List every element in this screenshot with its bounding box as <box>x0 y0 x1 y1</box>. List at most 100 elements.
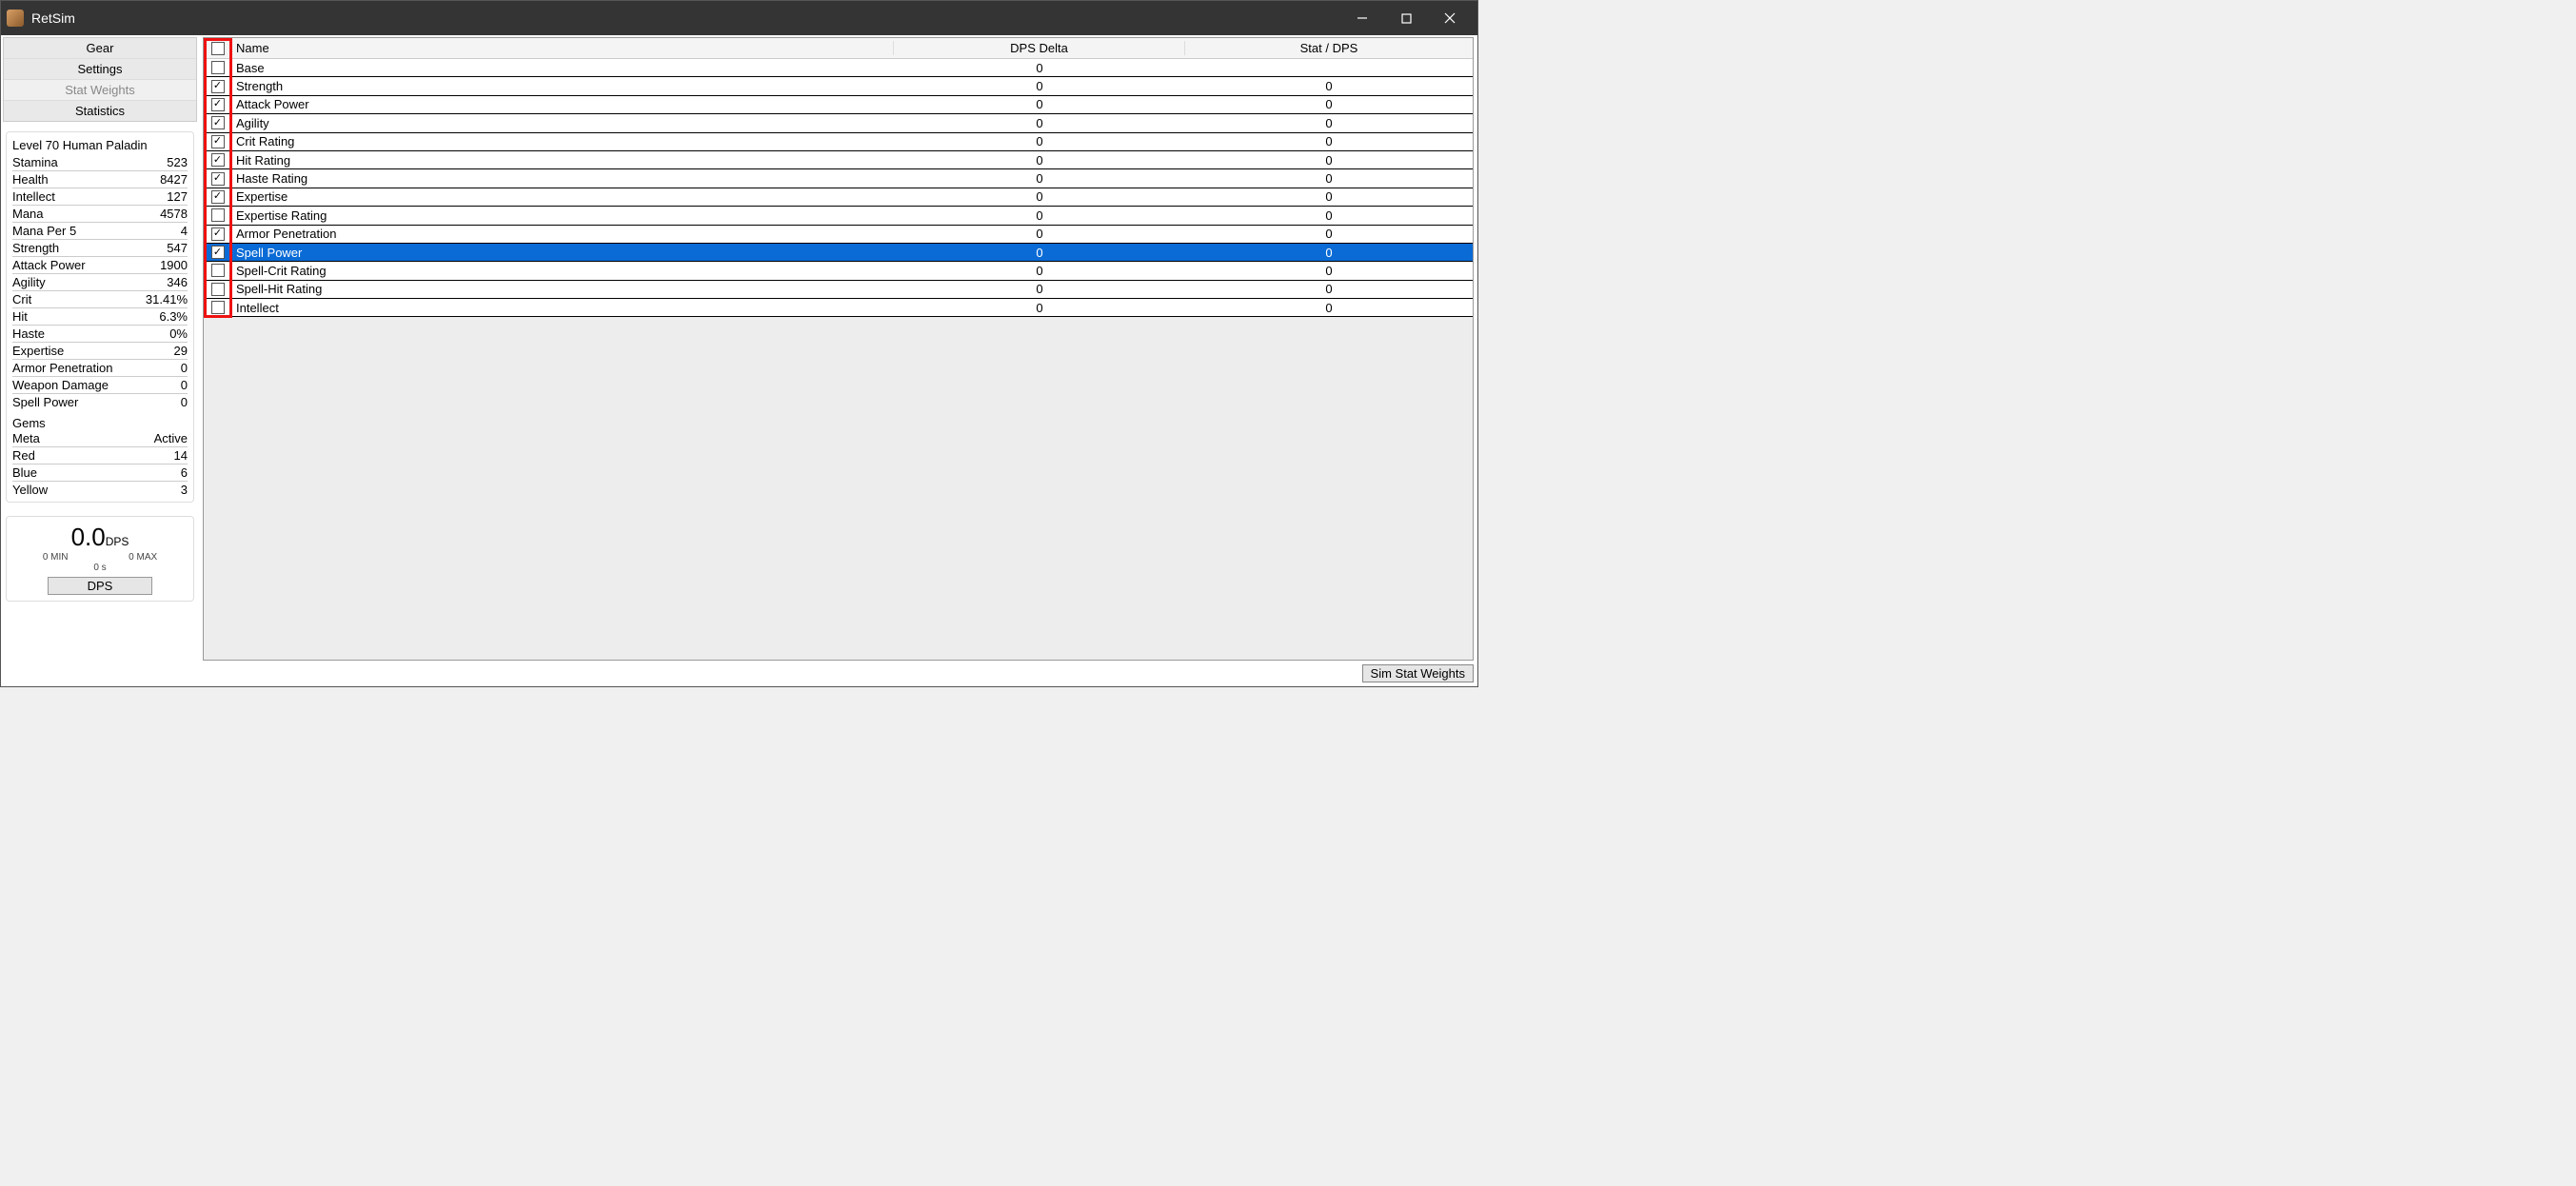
stat-label: Attack Power <box>12 258 86 272</box>
row-checkbox[interactable] <box>211 301 225 314</box>
grid-row[interactable]: Spell Power00 <box>204 244 1473 262</box>
grid-row[interactable]: Intellect00 <box>204 299 1473 317</box>
row-checkbox[interactable] <box>211 135 225 148</box>
stat-label: Health <box>12 172 49 187</box>
grid-row[interactable]: Crit Rating00 <box>204 133 1473 151</box>
dps-number: 0.0 <box>71 523 106 551</box>
row-stat: 0 <box>1185 208 1473 223</box>
row-stat: 0 <box>1185 134 1473 148</box>
nav-item-stat-weights[interactable]: Stat Weights <box>4 80 196 101</box>
grid-row[interactable]: Spell-Crit Rating00 <box>204 262 1473 280</box>
row-checkbox[interactable] <box>211 172 225 186</box>
row-name: Base <box>232 61 894 75</box>
grid-row[interactable]: Expertise Rating00 <box>204 207 1473 225</box>
stat-value: 1900 <box>160 258 188 272</box>
row-delta: 0 <box>894 301 1185 315</box>
stat-value: 4578 <box>160 207 188 221</box>
gem-row: MetaActive <box>12 430 188 447</box>
dps-time: 0 s <box>12 563 188 573</box>
stat-label: Crit <box>12 292 31 306</box>
stat-label: Agility <box>12 275 46 289</box>
nav-item-settings[interactable]: Settings <box>4 59 196 80</box>
stat-value: 0 <box>181 378 188 392</box>
header-delta[interactable]: DPS Delta <box>894 41 1185 55</box>
row-delta: 0 <box>894 97 1185 111</box>
grid-row[interactable]: Agility00 <box>204 114 1473 132</box>
row-checkbox[interactable] <box>211 264 225 277</box>
stat-value: 346 <box>167 275 188 289</box>
row-checkbox[interactable] <box>211 61 225 74</box>
minimize-button[interactable] <box>1340 1 1384 35</box>
stat-value: 523 <box>167 155 188 169</box>
row-checkbox[interactable] <box>211 208 225 222</box>
row-checkbox[interactable] <box>211 190 225 204</box>
nav-item-gear[interactable]: Gear <box>4 38 196 59</box>
stat-row: Agility 346 <box>12 274 188 291</box>
grid-row[interactable]: Hit Rating00 <box>204 151 1473 169</box>
gems-title: Gems <box>12 416 188 430</box>
row-delta: 0 <box>894 79 1185 93</box>
row-name: Armor Penetration <box>232 227 894 241</box>
stat-row: Attack Power 1900 <box>12 257 188 274</box>
grid-row[interactable]: Haste Rating00 <box>204 169 1473 188</box>
stat-row: Crit31.41% <box>12 291 188 308</box>
stat-row: Haste0% <box>12 326 188 343</box>
row-name: Attack Power <box>232 97 894 111</box>
row-name: Strength <box>232 79 894 93</box>
stat-row: Stamina523 <box>12 154 188 171</box>
sim-stat-weights-button[interactable]: Sim Stat Weights <box>1362 664 1474 682</box>
header-stat[interactable]: Stat / DPS <box>1185 41 1473 55</box>
stat-label: Hit <box>12 309 28 324</box>
row-name: Spell-Hit Rating <box>232 282 894 296</box>
gem-value: Active <box>154 431 188 445</box>
stat-label: Weapon Damage <box>12 378 109 392</box>
stat-label: Mana Per 5 <box>12 224 76 238</box>
row-name: Agility <box>232 116 894 130</box>
row-checkbox[interactable] <box>211 116 225 129</box>
row-checkbox[interactable] <box>211 283 225 296</box>
row-checkbox[interactable] <box>211 227 225 241</box>
grid-row[interactable]: Armor Penetration00 <box>204 226 1473 244</box>
row-name: Spell-Crit Rating <box>232 264 894 278</box>
header-name[interactable]: Name <box>232 41 894 55</box>
close-button[interactable] <box>1428 1 1472 35</box>
row-delta: 0 <box>894 134 1185 148</box>
row-checkbox[interactable] <box>211 153 225 167</box>
stat-row: Mana4578 <box>12 206 188 223</box>
dps-min: 0 MIN <box>43 552 69 563</box>
grid-row[interactable]: Attack Power00 <box>204 96 1473 114</box>
grid-row[interactable]: Expertise00 <box>204 188 1473 207</box>
character-title: Level 70 Human Paladin <box>12 138 188 152</box>
grid-row[interactable]: Spell-Hit Rating00 <box>204 281 1473 299</box>
maximize-button[interactable] <box>1384 1 1428 35</box>
row-stat: 0 <box>1185 153 1473 168</box>
row-checkbox[interactable] <box>211 80 225 93</box>
stat-row: Armor Penetration0 <box>12 360 188 377</box>
grid-row[interactable]: Strength00 <box>204 77 1473 95</box>
stat-row: Strength547 <box>12 240 188 257</box>
nav-list: GearSettingsStat WeightsStatistics <box>3 37 197 122</box>
header-checkbox[interactable] <box>211 42 225 55</box>
stat-weights-grid: NameDPS DeltaStat / DPSBase0Strength00At… <box>203 37 1474 661</box>
row-delta: 0 <box>894 246 1185 260</box>
row-delta: 0 <box>894 116 1185 130</box>
row-stat: 0 <box>1185 246 1473 260</box>
row-stat: 0 <box>1185 171 1473 186</box>
gem-value: 3 <box>181 483 188 497</box>
row-checkbox[interactable] <box>211 246 225 259</box>
gem-row: Yellow3 <box>12 482 188 498</box>
row-checkbox[interactable] <box>211 98 225 111</box>
character-panel: Level 70 Human Paladin Stamina523Health8… <box>6 131 194 503</box>
row-delta: 0 <box>894 282 1185 296</box>
dps-button[interactable]: DPS <box>48 577 152 595</box>
grid-row[interactable]: Base0 <box>204 59 1473 77</box>
dps-unit: DPS <box>106 535 129 548</box>
stat-row: Weapon Damage 0 <box>12 377 188 394</box>
row-name: Haste Rating <box>232 171 894 186</box>
stat-value: 547 <box>167 241 188 255</box>
row-delta: 0 <box>894 153 1185 168</box>
dps-panel: 0.0DPS 0 MIN 0 MAX 0 s DPS <box>6 516 194 602</box>
row-stat: 0 <box>1185 97 1473 111</box>
row-delta: 0 <box>894 264 1185 278</box>
nav-item-statistics[interactable]: Statistics <box>4 101 196 121</box>
